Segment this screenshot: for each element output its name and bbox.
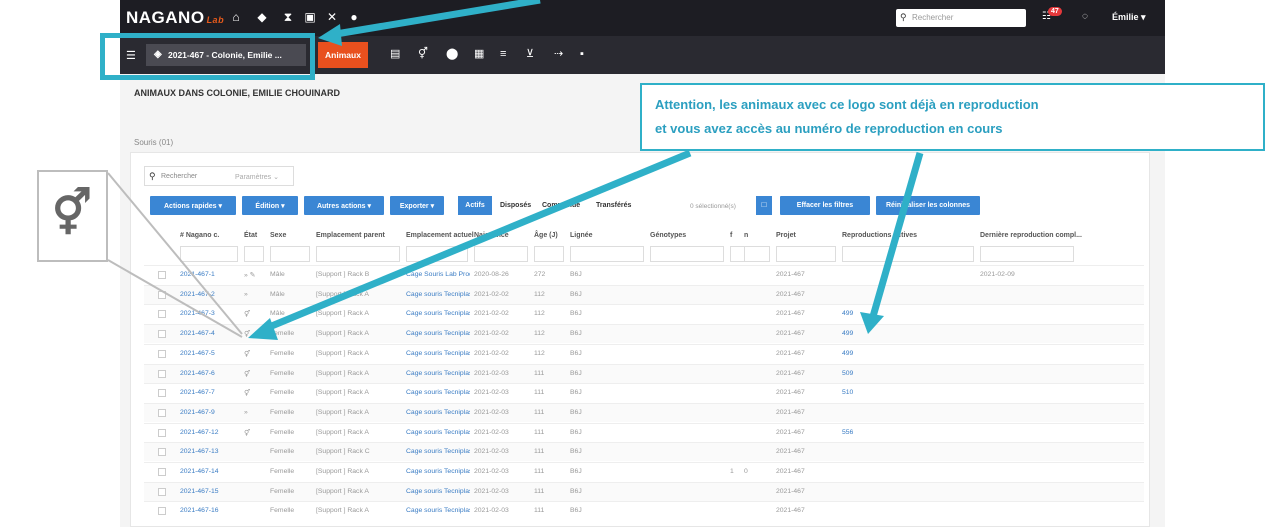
arrow-symbol (260, 149, 692, 334)
arrow-repro (868, 152, 924, 321)
arrow-head-symbol (248, 318, 278, 340)
zoom-line-top (107, 172, 243, 335)
arrow-head-repro (860, 312, 884, 334)
annotation-arrows (107, 0, 924, 340)
zoom-line-bottom (107, 259, 243, 338)
arrow-head-project (318, 24, 342, 46)
arrow-project (329, 0, 541, 39)
